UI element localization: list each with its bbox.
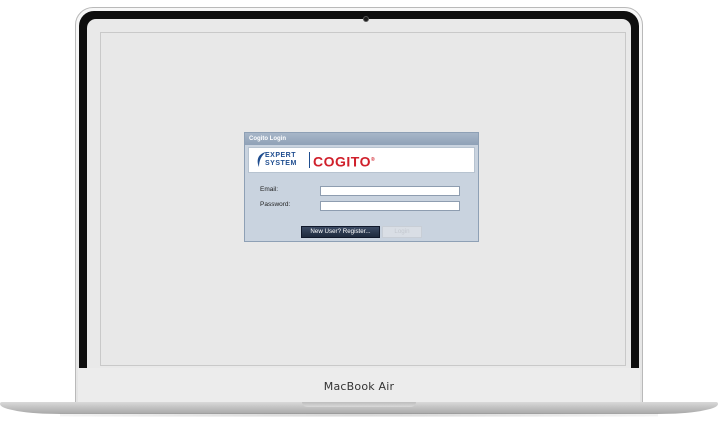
laptop-mockup: MacBook Air Cogito Login EXPERT SYSTEM C… [0, 0, 718, 422]
login-button[interactable]: Login [382, 226, 422, 238]
login-dialog: Cogito Login EXPERT SYSTEM COGITO® Email… [244, 132, 479, 242]
camera-icon [363, 16, 369, 22]
laptop-hinge-notch [302, 402, 416, 407]
logo-expert-word: EXPERT [265, 152, 297, 159]
device-brand-label: MacBook Air [323, 380, 395, 393]
dialog-title: Cogito Login [245, 133, 478, 145]
laptop-shadow [60, 413, 658, 417]
cogito-logo: COGITO® [313, 152, 375, 171]
expert-system-logo: EXPERT SYSTEM [255, 151, 307, 169]
register-button[interactable]: New User? Register... [301, 226, 380, 238]
email-field[interactable] [320, 186, 460, 196]
password-label: Password: [260, 201, 291, 208]
logo-product-name: COGITO [313, 153, 371, 170]
email-label: Email: [260, 186, 279, 193]
logo-system-word: SYSTEM [265, 160, 297, 167]
logo-divider [309, 152, 310, 168]
password-field[interactable] [320, 201, 460, 211]
registered-mark: ® [370, 157, 376, 163]
logo-banner: EXPERT SYSTEM COGITO® [248, 147, 475, 173]
